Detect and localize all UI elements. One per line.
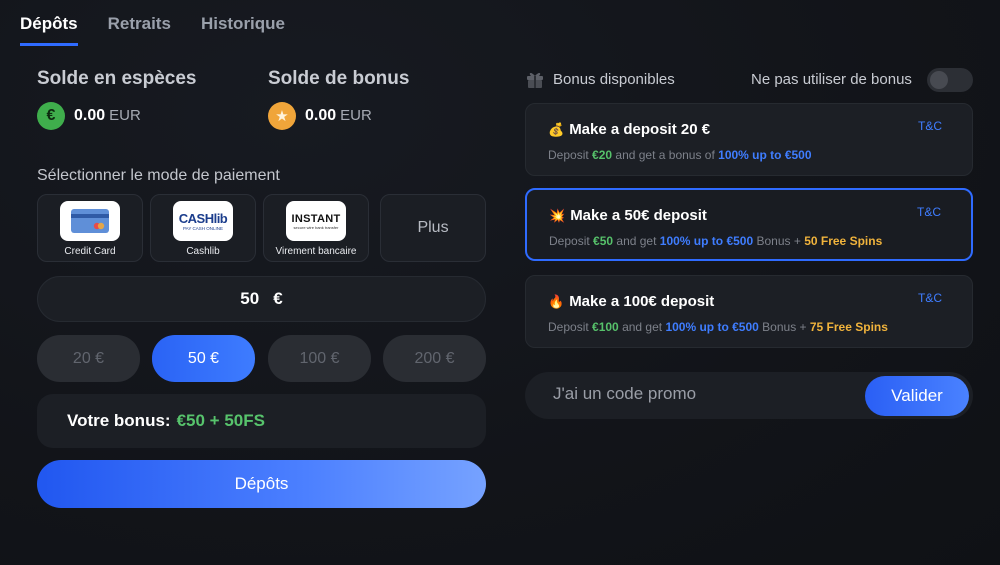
payment-method-label-cashlib: Cashlib — [186, 246, 220, 257]
bonus-currency: EUR — [340, 107, 372, 124]
bonus-summary-label: Votre bonus: — [67, 411, 171, 430]
offer-bonus-value: 100% up to €500 — [665, 320, 759, 334]
deposit-amount-input[interactable]: 50 € — [37, 276, 486, 322]
explosion-icon: 💥 — [549, 208, 566, 223]
payment-method-label: Sélectionner le mode de paiement — [37, 167, 280, 184]
tab-deposits[interactable]: Dépôts — [20, 14, 78, 46]
star-coin-icon: ★ — [268, 102, 296, 130]
offer-desc-part: Deposit — [549, 234, 594, 248]
bonus-summary-value: €50 + 50FS — [176, 411, 265, 430]
cash-currency: EUR — [109, 107, 141, 124]
toggle-knob — [930, 71, 948, 89]
payment-method-label-bank-transfer: Virement bancaire — [275, 246, 357, 257]
available-bonuses-title: Bonus disponibles — [553, 71, 675, 88]
bonus-balance-value: 0.00 EUR — [305, 107, 372, 125]
offer-free-spins: 75 Free Spins — [809, 320, 888, 334]
offer-title-text: Make a 100€ deposit — [569, 293, 715, 310]
offer-deposit-amount: €20 — [592, 148, 613, 162]
payment-method-cashlib[interactable]: CASHlib PAY CASH ONLINE Cashlib — [150, 194, 256, 262]
offer-desc-part: Deposit — [548, 148, 593, 162]
bonus-balance-title: Solde de bonus — [268, 68, 410, 89]
deposit-button[interactable]: Dépôts — [37, 460, 486, 508]
offer-free-spins: 50 Free Spins — [804, 234, 883, 248]
offer-desc-part: and get a bonus of — [612, 148, 719, 162]
quick-amount-20[interactable]: 20 € — [37, 335, 140, 382]
cash-balance-value: 0.00 EUR — [74, 107, 141, 125]
validate-promo-button[interactable]: Valider — [865, 376, 969, 416]
bonus-offer-100[interactable]: 🔥 Make a 100€ deposit T&C Deposit €100 an… — [525, 275, 973, 348]
offer-desc-part: and get — [618, 320, 666, 334]
payment-method-credit-card[interactable]: Credit Card — [37, 194, 143, 262]
euro-coin-icon: € — [37, 102, 65, 130]
cash-amount: 0.00 — [74, 107, 106, 124]
offer-title: 💰 Make a deposit 20 € — [548, 121, 710, 138]
offer-description: Deposit €100 and get 100% up to €500 Bon… — [548, 320, 888, 334]
bonus-summary: Votre bonus: €50 + 50FS — [37, 394, 486, 448]
offer-desc-part: and get — [613, 234, 660, 248]
offer-deposit-amount: €50 — [593, 234, 614, 248]
bonus-offer-50[interactable]: 💥 Make a 50€ deposit T&C Deposit €50 and … — [525, 188, 973, 261]
payment-method-label-credit-card: Credit Card — [64, 246, 116, 257]
offer-deposit-amount: €100 — [592, 320, 619, 334]
offer-desc-part: Bonus + — [753, 234, 805, 248]
cash-balance: € 0.00 EUR — [37, 102, 141, 130]
cashlib-logo: CASHlib PAY CASH ONLINE — [173, 201, 233, 241]
deposit-amount-currency: € — [273, 289, 283, 308]
offer-title: 💥 Make a 50€ deposit — [549, 207, 707, 224]
offer-title-text: Make a 50€ deposit — [570, 207, 707, 224]
quick-amount-100[interactable]: 100 € — [268, 335, 371, 382]
offer-title: 🔥 Make a 100€ deposit — [548, 293, 714, 310]
fire-icon: 🔥 — [548, 294, 565, 309]
offer-description: Deposit €20 and get a bonus of 100% up t… — [548, 148, 812, 162]
promo-code-field: Valider — [525, 372, 973, 419]
terms-link[interactable]: T&C — [918, 291, 942, 305]
bonus-balance: ★ 0.00 EUR — [268, 102, 372, 130]
tab-withdrawals[interactable]: Retraits — [108, 14, 171, 46]
terms-link[interactable]: T&C — [918, 119, 942, 133]
no-bonus-label: Ne pas utiliser de bonus — [751, 71, 912, 88]
cashlib-logo-text: CASHlib — [178, 211, 228, 226]
offer-title-text: Make a deposit 20 € — [569, 121, 711, 138]
payment-method-bank-transfer[interactable]: INSTANT secure wire bank transfer Vireme… — [263, 194, 369, 262]
credit-card-icon — [60, 201, 120, 241]
gift-icon — [527, 72, 543, 88]
tab-bar: Dépôts Retraits Historique — [20, 14, 285, 46]
deposit-panel: Dépôts Retraits Historique Solde en espè… — [0, 0, 1000, 565]
more-payment-methods-button[interactable]: Plus — [380, 194, 486, 262]
cash-balance-title: Solde en espèces — [37, 68, 197, 89]
quick-amount-50[interactable]: 50 € — [152, 335, 255, 382]
instant-logo-text: INSTANT — [291, 212, 341, 225]
no-bonus-toggle[interactable] — [927, 68, 973, 92]
quick-amount-200[interactable]: 200 € — [383, 335, 486, 382]
deposit-amount-value: 50 — [240, 289, 260, 308]
offer-bonus-value: 100% up to €500 — [659, 234, 754, 248]
instant-transfer-logo: INSTANT secure wire bank transfer — [286, 201, 346, 241]
offer-desc-part: Bonus + — [758, 320, 810, 334]
promo-code-input[interactable] — [553, 384, 853, 404]
offer-bonus-value: 100% up to €500 — [718, 148, 812, 162]
money-bag-icon: 💰 — [548, 122, 565, 137]
instant-logo-sub: secure wire bank transfer — [293, 224, 339, 230]
offer-desc-part: Deposit — [548, 320, 593, 334]
tab-history[interactable]: Historique — [201, 14, 285, 46]
bonus-amount: 0.00 — [305, 107, 337, 124]
bonus-offer-20[interactable]: 💰 Make a deposit 20 € T&C Deposit €20 and… — [525, 103, 973, 176]
terms-link[interactable]: T&C — [917, 205, 941, 219]
cashlib-logo-sub: PAY CASH ONLINE — [182, 226, 223, 231]
offer-description: Deposit €50 and get 100% up to €500 Bonu… — [549, 234, 882, 248]
